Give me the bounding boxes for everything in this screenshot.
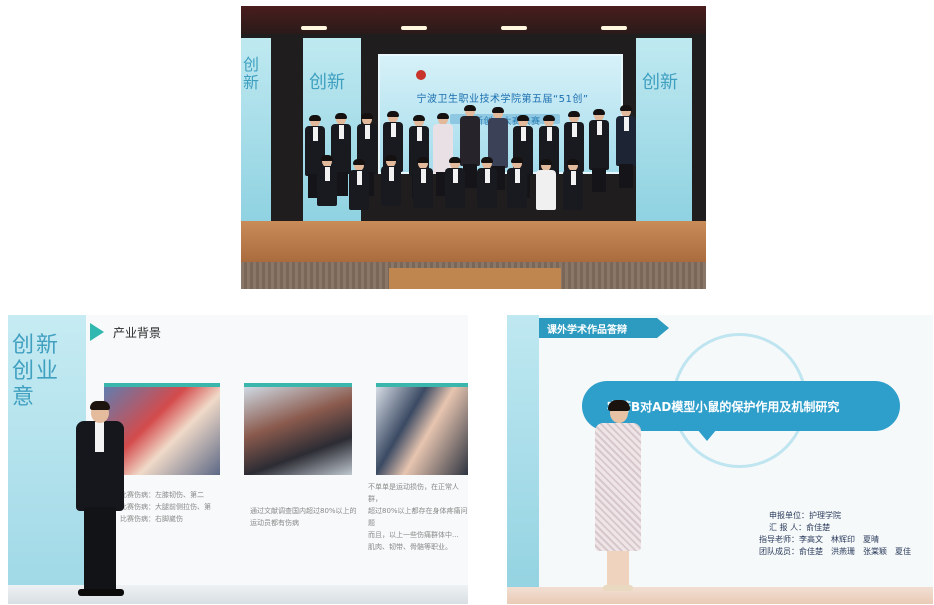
info-line: 指导老师：李高文 林辉印 夏晴: [759, 535, 879, 544]
stage-floor: [507, 587, 933, 604]
right-inner-panel: 创新: [636, 38, 692, 223]
inner-decorative-text: 创新: [309, 72, 345, 93]
person: [413, 157, 433, 228]
card-caption: 通过文献调查国内超过80%以上的 运动员都有伤病: [250, 507, 357, 527]
person: [615, 105, 637, 202]
stage-floor: [241, 221, 706, 265]
heading-arrow-icon: [90, 323, 104, 341]
project-title: 宅苷B对AD模型小鼠的保护作用及机制研究: [607, 400, 840, 414]
person: [381, 155, 401, 226]
bubble-tail: [697, 429, 717, 441]
slide-card-image: [244, 383, 352, 475]
presentation-photo-right: 课外学术作品答辩 宅苷B对AD模型小鼠的保护作用及机制研究 申报单位：护理学院 …: [507, 315, 933, 604]
ceiling-light: [401, 26, 427, 30]
side-decorative-text: 创新创业意: [12, 333, 61, 410]
slide-heading: 产业背景: [113, 326, 162, 340]
stage-floor: [8, 585, 468, 604]
side-decorative-text: 创新: [243, 55, 260, 92]
ceiling: [241, 6, 706, 34]
screen-title: 宁波卫生职业技术学院第五届“51创”: [416, 94, 589, 105]
school-logo-icon: [416, 70, 426, 80]
person: [507, 157, 527, 228]
card-caption: 比赛伤病：左膝韧伤、第二 比赛伤病：大腿前侧拉伤、第 比赛伤病：右脚崴伤: [120, 491, 211, 523]
person: [589, 109, 609, 202]
person: [349, 159, 369, 230]
ceiling-light: [301, 26, 327, 30]
banner-tip: [657, 318, 669, 338]
person: [445, 157, 465, 228]
slide-card-image: [376, 383, 468, 475]
podium: [389, 268, 561, 289]
ceiling-light: [501, 26, 527, 30]
info-line: 申报单位：护理学院: [769, 511, 841, 520]
left-decor-panel: 创新创业意: [8, 315, 86, 604]
ceiling-light: [601, 26, 627, 30]
left-side-panel: 创新: [241, 38, 271, 223]
person: [535, 159, 557, 230]
right-decorative-text: 创新: [642, 72, 678, 93]
presentation-photo-left: 创新创业意 产业背景 比赛伤病：左膝韧伤、第二 比赛伤病：大腿前侧拉伤、第 比赛…: [8, 315, 468, 604]
left-decor-panel: [507, 315, 539, 604]
person: [317, 155, 337, 226]
info-line: 汇 报 人：俞佳楚: [769, 523, 831, 532]
group-photo-stage: 创新 创新 创新 宁波卫生职业技术学院第五届“51创” 创新创业大赛决赛: [241, 6, 706, 289]
card-caption: 不单单是运动损伤，在正常人群， 超过80%以上都存在身体疼痛问题 而且，以上一些…: [368, 483, 468, 551]
person: [477, 157, 497, 228]
info-line: 团队成员：俞佳楚 洪燕珊 张棠颖 夏佳: [759, 547, 911, 556]
slide-banner-text: 课外学术作品答辩: [547, 325, 627, 336]
person: [563, 159, 583, 230]
